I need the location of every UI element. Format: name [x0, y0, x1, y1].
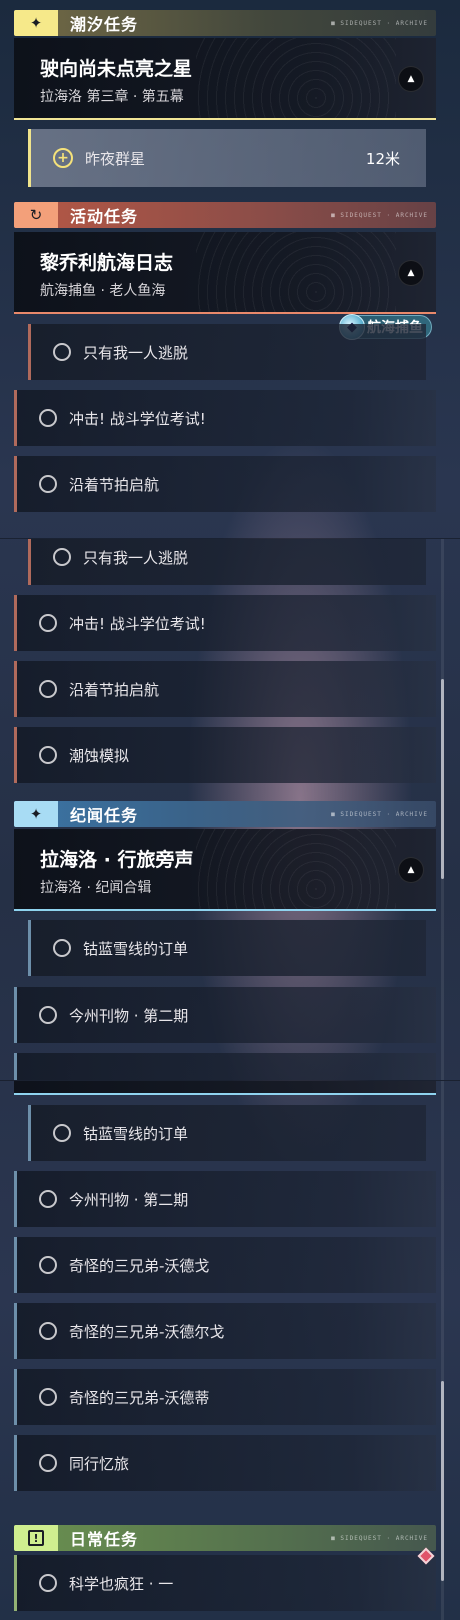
quest-row[interactable]: 钴蓝雪线的订单: [28, 1105, 426, 1161]
quest-label: 钴蓝雪线的订单: [83, 939, 189, 958]
quest-label: 只有我一人逃脱: [83, 548, 189, 567]
circle-outline-icon: [39, 1322, 57, 1340]
section-header-daily[interactable]: ! 日常任务 ■ SIDEQUEST · ARCHIVE: [14, 1525, 436, 1551]
topo-pattern: [196, 232, 396, 312]
quest-label: 只有我一人逃脱: [83, 343, 189, 362]
section-tag: ■ SIDEQUEST · ARCHIVE: [331, 211, 428, 219]
quest-row[interactable]: 奇怪的三兄弟-沃德戈: [14, 1237, 436, 1293]
quest-row[interactable]: 今州刊物 · 第二期: [14, 987, 436, 1043]
section-header-tide[interactable]: ✦ 潮汐任务 ■ SIDEQUEST · ARCHIVE: [14, 10, 436, 36]
triangle-up-icon[interactable]: ▲: [398, 66, 424, 92]
circle-outline-icon: [39, 1574, 57, 1592]
quest-card-chronicle[interactable]: 拉海洛 · 行旅旁声 拉海洛 · 纪闻合辑 ▲: [14, 829, 436, 911]
quest-row[interactable]: 同行忆旅: [14, 1435, 436, 1491]
section-title: 日常任务: [70, 1530, 139, 1549]
triangle-up-icon[interactable]: ▲: [398, 857, 424, 883]
quest-label: 今州刊物 · 第二期: [69, 1006, 189, 1025]
circle-outline-icon: [39, 680, 57, 698]
section-tag: ■ SIDEQUEST · ARCHIVE: [331, 1534, 428, 1542]
scrollbar-thumb[interactable]: [441, 679, 444, 879]
quest-row[interactable]: 冲击! 战斗学位考试!: [14, 390, 436, 446]
circle-outline-icon: [39, 475, 57, 493]
circle-plus-icon: +: [53, 148, 73, 168]
circle-outline-icon: [39, 746, 57, 764]
section-tag: ■ SIDEQUEST · ARCHIVE: [331, 19, 428, 27]
quest-label: 同行忆旅: [69, 1454, 130, 1473]
quest-row[interactable]: 科学也疯狂 · 一: [14, 1555, 436, 1611]
circle-outline-icon: [53, 1124, 71, 1142]
cycle-arrow-icon: ↻: [14, 202, 58, 228]
star-sparkle-icon: ✦: [14, 801, 58, 827]
section-tag: ■ SIDEQUEST · ARCHIVE: [331, 810, 428, 818]
section-title: 活动任务: [70, 207, 139, 226]
section-header-chronicle[interactable]: ✦ 纪闻任务 ■ SIDEQUEST · ARCHIVE: [14, 801, 436, 827]
scrollbar-thumb[interactable]: [441, 1381, 444, 1581]
circle-outline-icon: [39, 614, 57, 632]
quest-row[interactable]: 只有我一人逃脱: [28, 539, 426, 585]
topo-pattern: [196, 829, 396, 909]
tracked-quest-row[interactable]: + 昨夜群星 12米: [28, 129, 426, 187]
quest-row[interactable]: 冲击! 战斗学位考试!: [14, 595, 436, 651]
quest-label: 冲击! 战斗学位考试!: [69, 409, 206, 428]
quest-card-title: 黎乔利航海日志: [40, 252, 174, 274]
exclamation-box-icon: !: [14, 1525, 58, 1551]
quest-card-tide[interactable]: 驶向尚未点亮之星 拉海洛 第三章 · 第五幕 ▲: [14, 38, 436, 120]
quest-row[interactable]: 奇怪的三兄弟-沃德尔戈: [14, 1303, 436, 1359]
circle-outline-icon: [53, 939, 71, 957]
topo-pattern: [196, 38, 396, 118]
star-sparkle-icon: ✦: [14, 10, 58, 36]
quest-label: 钴蓝雪线的订单: [83, 1124, 189, 1143]
quest-card-title: 驶向尚未点亮之星: [40, 58, 193, 80]
quest-card-subtitle: 航海捕鱼 · 老人鱼海: [40, 283, 166, 299]
quest-row[interactable]: 潮蚀模拟: [14, 727, 436, 783]
quest-row[interactable]: 沿着节拍启航: [14, 661, 436, 717]
quest-label: 冲击! 战斗学位考试!: [69, 614, 206, 633]
section-header-event[interactable]: ↻ 活动任务 ■ SIDEQUEST · ARCHIVE: [14, 202, 436, 228]
quest-row[interactable]: 只有我一人逃脱: [28, 324, 426, 380]
quest-card-event[interactable]: 黎乔利航海日志 航海捕鱼 · 老人鱼海 ▲: [14, 232, 436, 314]
triangle-up-icon[interactable]: ▲: [398, 260, 424, 286]
quest-card-subtitle: 拉海洛 · 纪闻合辑: [40, 880, 152, 896]
quest-panel-1: ✦ 潮汐任务 ■ SIDEQUEST · ARCHIVE 驶向尚未点亮之星 拉海…: [0, 0, 460, 538]
circle-outline-icon: [53, 343, 71, 361]
quest-label: 奇怪的三兄弟-沃德戈: [69, 1256, 210, 1275]
quest-row[interactable]: 奇怪的三兄弟-沃德蒂: [14, 1369, 436, 1425]
section-title: 潮汐任务: [70, 15, 139, 34]
quest-label: 奇怪的三兄弟-沃德尔戈: [69, 1322, 225, 1341]
quest-panel-2: 只有我一人逃脱 冲击! 战斗学位考试! 沿着节拍启航 潮蚀模拟 ✦ 纪闻任务 ■…: [0, 538, 460, 1080]
circle-outline-icon: [39, 1256, 57, 1274]
quest-distance: 12米: [365, 149, 400, 168]
quest-label: 沿着节拍启航: [69, 475, 160, 494]
circle-outline-icon: [39, 1006, 57, 1024]
quest-panel-3: 拉海洛 · 纪闻合辑 钴蓝雪线的订单 今州刊物 · 第二期 奇怪的三兄弟-沃德戈…: [0, 1080, 460, 1620]
quest-row[interactable]: 钴蓝雪线的订单: [28, 920, 426, 976]
circle-outline-icon: [53, 548, 71, 566]
quest-card-subtitle: 拉海洛 第三章 · 第五幕: [40, 89, 184, 105]
quest-row[interactable]: 今州刊物 · 第二期: [14, 1171, 436, 1227]
quest-label: 昨夜群星: [85, 149, 146, 168]
section-title: 纪闻任务: [70, 806, 139, 825]
quest-card-chronicle[interactable]: 拉海洛 · 纪闻合辑: [14, 1081, 436, 1095]
quest-row[interactable]: 沿着节拍启航: [14, 456, 436, 512]
quest-label: 奇怪的三兄弟-沃德蒂: [69, 1388, 210, 1407]
quest-label: 今州刊物 · 第二期: [69, 1190, 189, 1209]
circle-outline-icon: [39, 1388, 57, 1406]
quest-row[interactable]: [14, 1053, 436, 1080]
quest-label: 潮蚀模拟: [69, 746, 130, 765]
quest-card-title: 拉海洛 · 行旅旁声: [40, 849, 194, 871]
circle-outline-icon: [39, 1190, 57, 1208]
circle-outline-icon: [39, 409, 57, 427]
circle-outline-icon: [39, 1454, 57, 1472]
quest-label: 科学也疯狂 · 一: [69, 1574, 174, 1593]
quest-label: 沿着节拍启航: [69, 680, 160, 699]
